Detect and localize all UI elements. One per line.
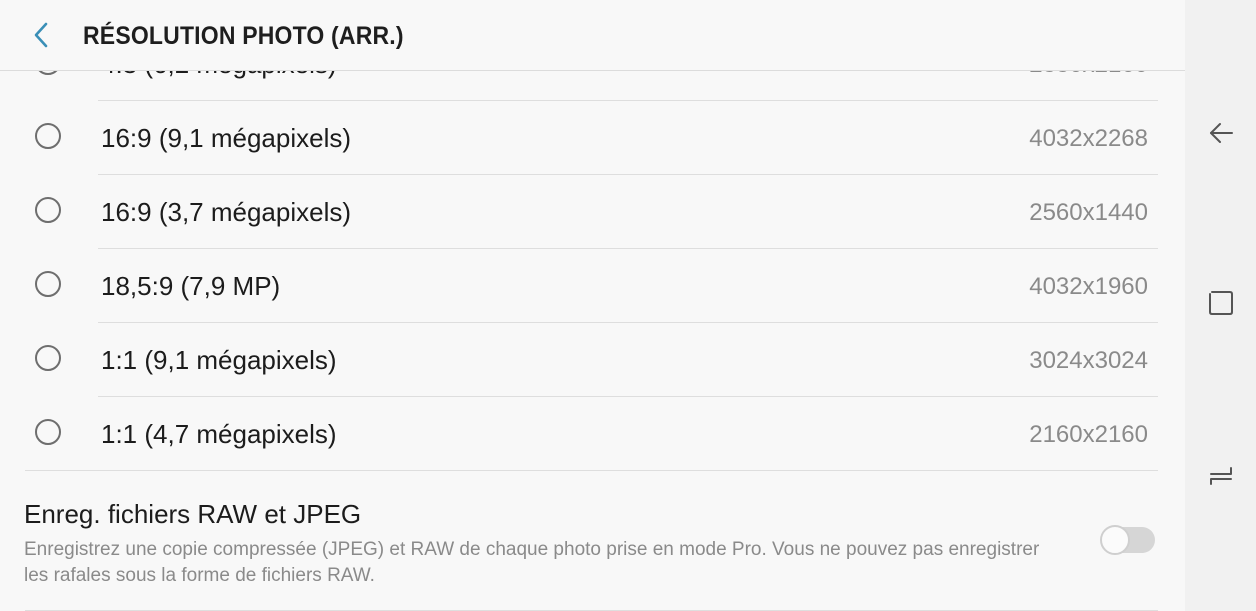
option-label: 1:1 (9,1 mégapixels) [101, 345, 337, 375]
back-button[interactable] [22, 18, 60, 56]
resolution-option[interactable]: 16:9 (9,1 mégapixels) 4032x2268 [0, 101, 1185, 175]
option-label: 18,5:9 (7,9 MP) [101, 271, 281, 301]
chevron-left-icon [31, 21, 51, 54]
radio-button[interactable] [35, 271, 61, 297]
settings-screen: 4:3 (6,2 mégapixels) 2880x2160 16:9 (9,1… [0, 0, 1185, 611]
nav-recent-button[interactable] [1203, 460, 1239, 496]
raw-setting-title: Enreg. fichiers RAW et JPEG [24, 499, 362, 529]
raw-toggle-switch[interactable] [1100, 525, 1157, 555]
arrow-left-icon [1207, 119, 1235, 152]
resolution-option[interactable]: 1:1 (4,7 mégapixels) 2160x2160 [0, 397, 1185, 471]
radio-button[interactable] [35, 419, 61, 445]
option-resolution: 4032x2268 [1029, 125, 1148, 152]
nav-back-button[interactable] [1203, 117, 1239, 153]
nav-home-button[interactable] [1203, 287, 1239, 323]
option-resolution: 4032x1960 [1029, 273, 1148, 300]
radio-button[interactable] [35, 123, 61, 149]
option-label: 16:9 (3,7 mégapixels) [101, 197, 352, 227]
system-navigation-bar [1185, 0, 1256, 611]
raw-jpeg-setting[interactable]: Enreg. fichiers RAW et JPEG Enregistrez … [0, 471, 1185, 611]
resolution-option[interactable]: 1:1 (9,1 mégapixels) 3024x3024 [0, 323, 1185, 397]
recents-square-icon [1207, 289, 1235, 322]
option-label: 16:9 (9,1 mégapixels) [101, 123, 352, 153]
recent-apps-icon [1207, 462, 1235, 495]
resolution-list: 4:3 (6,2 mégapixels) 2880x2160 16:9 (9,1… [0, 27, 1185, 471]
option-resolution: 3024x3024 [1029, 347, 1148, 374]
page-title: RÉSOLUTION PHOTO (ARR.) [83, 22, 404, 50]
app-header: RÉSOLUTION PHOTO (ARR.) [0, 0, 1185, 71]
option-resolution: 2560x1440 [1029, 199, 1148, 226]
raw-setting-description: Enregistrez une copie compressée (JPEG) … [24, 539, 1040, 586]
resolution-option[interactable]: 18,5:9 (7,9 MP) 4032x1960 [0, 249, 1185, 323]
radio-button[interactable] [35, 197, 61, 223]
option-label: 1:1 (4,7 mégapixels) [101, 419, 337, 449]
radio-button[interactable] [35, 345, 61, 371]
option-resolution: 2160x2160 [1029, 421, 1148, 448]
resolution-option[interactable]: 16:9 (3,7 mégapixels) 2560x1440 [0, 175, 1185, 249]
toggle-knob [1100, 525, 1130, 555]
